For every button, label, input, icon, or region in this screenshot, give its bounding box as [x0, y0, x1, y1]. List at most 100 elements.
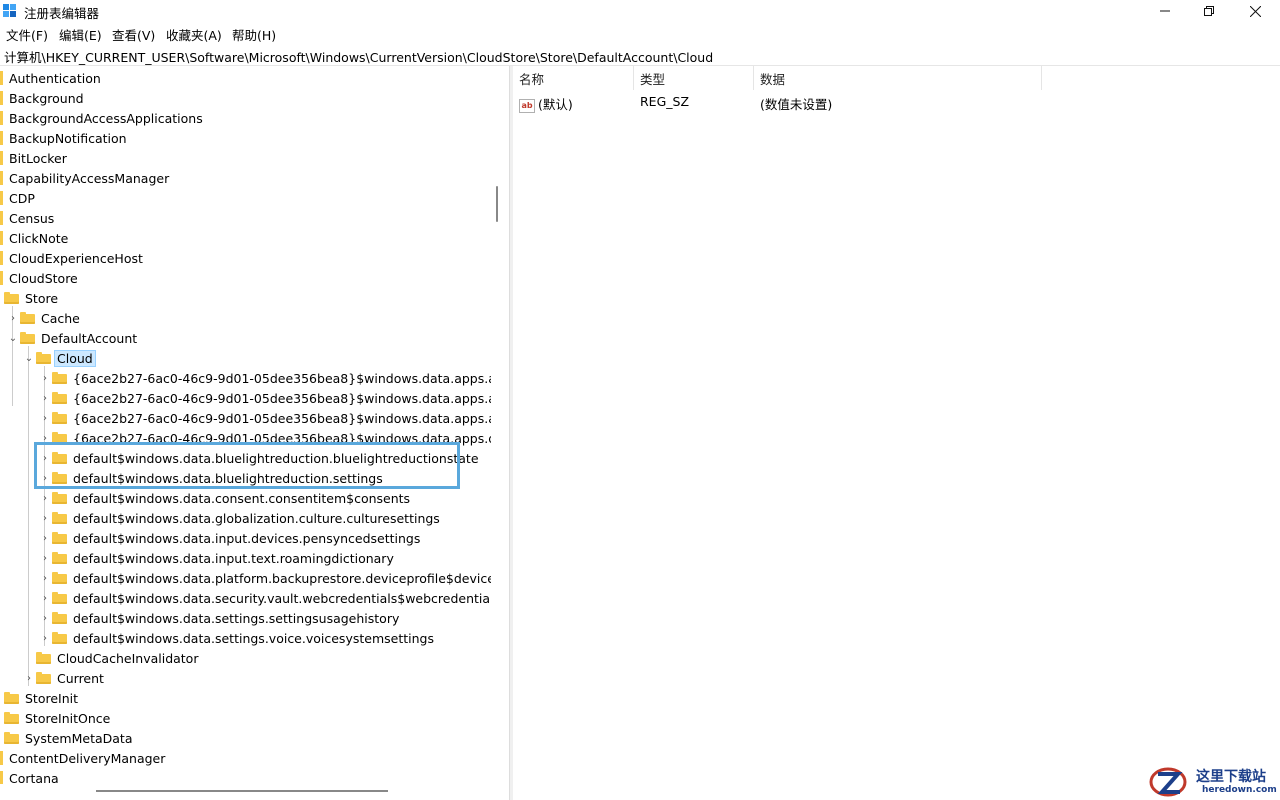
title-bar: 注册表编辑器 — [0, 0, 1280, 22]
tree-item-bluelightreduction-settings[interactable]: › default$windows.data.bluelightreduction… — [38, 468, 383, 488]
chevron-right-icon[interactable]: › — [22, 668, 36, 688]
tree-item-bluelightreductionstate[interactable]: › default$windows.data.bluelightreduction… — [38, 448, 479, 468]
tree-item-current[interactable]: › Current — [22, 668, 104, 688]
folder-icon — [52, 392, 67, 404]
tree-item-appcor[interactable]: › {6ace2b27-6ac0-46c9-9d01-05dee356bea8}$… — [38, 368, 491, 388]
menu-edit[interactable]: 编辑(E) — [59, 25, 102, 44]
tree-item-bitlocker[interactable]: BitLocker — [0, 148, 67, 168]
folder-icon — [36, 352, 51, 364]
address-path[interactable]: 计算机\HKEY_CURRENT_USER\Software\Microsoft… — [4, 47, 713, 66]
tree-item-cloudexperiencehost[interactable]: CloudExperienceHost — [0, 248, 143, 268]
tree-item-cloudcacheinvalidator[interactable]: CloudCacheInvalidator — [36, 648, 198, 668]
tree-item-store[interactable]: Store — [4, 288, 58, 308]
menu-file[interactable]: 文件(F) — [6, 25, 48, 44]
column-header-name[interactable]: 名称 — [513, 66, 634, 90]
tree-vertical-scrollbar[interactable] — [491, 66, 503, 784]
folder-icon — [52, 632, 67, 644]
folder-icon — [52, 412, 67, 424]
menu-view[interactable]: 查看(V) — [112, 25, 155, 44]
tree-horizontal-scrollbar[interactable] — [0, 784, 503, 800]
tree-item-culturesettings[interactable]: › default$windows.data.globalization.cult… — [38, 508, 440, 528]
folder-icon — [52, 452, 67, 464]
chevron-right-icon[interactable]: › — [38, 408, 52, 428]
tree-item-pensyncedsettings[interactable]: › default$windows.data.input.devices.pens… — [38, 528, 420, 548]
column-header-type[interactable]: 类型 — [634, 66, 754, 90]
tree-item-settingsusagehistory[interactable]: › default$windows.data.settings.settingsu… — [38, 608, 399, 628]
tree-item-authentication[interactable]: Authentication — [0, 68, 101, 88]
chevron-right-icon[interactable]: › — [38, 468, 52, 488]
maximize-button[interactable] — [1186, 0, 1232, 22]
folder-icon — [52, 592, 67, 604]
tree-item-census[interactable]: Census — [0, 208, 54, 228]
value-name-cell: ab (默认) — [519, 94, 573, 113]
folder-icon — [0, 251, 3, 265]
tree-line — [28, 346, 29, 686]
tree-item-webcredentials[interactable]: › default$windows.data.security.vault.web… — [38, 588, 491, 608]
value-type-cell: REG_SZ — [640, 94, 690, 109]
tree-item-capabilityaccessmanager[interactable]: CapabilityAccessManager — [0, 168, 169, 188]
tree-item-cache[interactable]: › Cache — [6, 308, 80, 328]
tree-item-background[interactable]: Background — [0, 88, 84, 108]
tree-item-cloud[interactable]: ⌄ Cloud — [22, 348, 96, 368]
folder-icon — [52, 432, 67, 444]
minimize-button[interactable] — [1142, 0, 1188, 22]
tree-item-roamingdictionary[interactable]: › default$windows.data.input.text.roaming… — [38, 548, 394, 568]
tree-item-applev[interactable]: › {6ace2b27-6ac0-46c9-9d01-05dee356bea8}$… — [38, 388, 491, 408]
chevron-right-icon[interactable]: › — [38, 448, 52, 468]
menu-favorites[interactable]: 收藏夹(A) — [166, 25, 222, 44]
tree-item-voicesystemsettings[interactable]: › default$windows.data.settings.voice.voi… — [38, 628, 434, 648]
chevron-right-icon[interactable]: › — [38, 488, 52, 508]
scrollbar-thumb[interactable] — [96, 790, 388, 792]
scrollbar-thumb[interactable] — [496, 186, 498, 222]
tree-item-appme[interactable]: › {6ace2b27-6ac0-46c9-9d01-05dee356bea8}$… — [38, 408, 491, 428]
tree-item-clicknote[interactable]: ClickNote — [0, 228, 68, 248]
folder-icon — [52, 612, 67, 624]
value-row[interactable]: ab (默认) REG_SZ (数值未设置) — [513, 92, 1280, 113]
chevron-right-icon[interactable]: › — [38, 588, 52, 608]
folder-icon — [52, 552, 67, 564]
tree-item-consents[interactable]: › default$windows.data.consent.consentite… — [38, 488, 410, 508]
column-header-data[interactable]: 数据 — [754, 66, 1042, 90]
tree-item-deviceprofile[interactable]: › default$windows.data.platform.backupres… — [38, 568, 491, 588]
values-pane[interactable]: 名称 类型 数据 ab (默认) REG_SZ (数值未设置) — [513, 66, 1280, 800]
watermark-url: heredown.com — [1202, 785, 1277, 795]
tree-item-defaultaccount[interactable]: ⌄ DefaultAccount — [6, 328, 137, 348]
folder-icon — [20, 332, 35, 344]
chevron-right-icon[interactable]: › — [38, 628, 52, 648]
address-bar[interactable]: 计算机\HKEY_CURRENT_USER\Software\Microsoft… — [0, 43, 1280, 66]
folder-icon — [52, 512, 67, 524]
tree-item-systemmetadata[interactable]: SystemMetaData — [4, 728, 133, 748]
tree-item-storeinitonce[interactable]: StoreInitOnce — [4, 708, 110, 728]
chevron-down-icon[interactable]: ⌄ — [22, 348, 36, 368]
folder-icon — [0, 71, 3, 85]
tree-item-storeinit[interactable]: StoreInit — [4, 688, 78, 708]
value-data-cell: (数值未设置) — [760, 97, 833, 112]
string-value-icon: ab — [519, 98, 535, 113]
close-button[interactable] — [1232, 0, 1278, 22]
folder-icon — [36, 652, 51, 664]
chevron-right-icon[interactable]: › — [38, 428, 52, 448]
tree-item-cloudstore[interactable]: CloudStore — [0, 268, 78, 288]
key-tree[interactable]: Authentication Background BackgroundAcce… — [0, 66, 491, 784]
chevron-right-icon[interactable]: › — [38, 568, 52, 588]
chevron-right-icon[interactable]: › — [38, 368, 52, 388]
tree-item-contentdeliverymanager[interactable]: ContentDeliveryManager — [0, 748, 165, 768]
tree-item-cortana[interactable]: Cortana — [0, 768, 59, 784]
tree-item-devicer[interactable]: › {6ace2b27-6ac0-46c9-9d01-05dee356bea8}$… — [38, 428, 491, 448]
tree-item-cdp[interactable]: CDP — [0, 188, 35, 208]
chevron-right-icon[interactable]: › — [6, 308, 20, 328]
chevron-right-icon[interactable]: › — [38, 388, 52, 408]
folder-icon — [0, 751, 3, 765]
tree-item-backgroundaccessapplications[interactable]: BackgroundAccessApplications — [0, 108, 203, 128]
chevron-down-icon[interactable]: ⌄ — [6, 328, 20, 348]
folder-icon — [0, 111, 3, 125]
chevron-right-icon[interactable]: › — [38, 508, 52, 528]
window-title: 注册表编辑器 — [24, 6, 100, 21]
chevron-right-icon[interactable]: › — [38, 548, 52, 568]
folder-icon — [0, 91, 3, 105]
chevron-right-icon[interactable]: › — [38, 528, 52, 548]
folder-icon — [0, 191, 3, 205]
menu-help[interactable]: 帮助(H) — [232, 25, 276, 44]
tree-item-backupnotification[interactable]: BackupNotification — [0, 128, 127, 148]
chevron-right-icon[interactable]: › — [38, 608, 52, 628]
